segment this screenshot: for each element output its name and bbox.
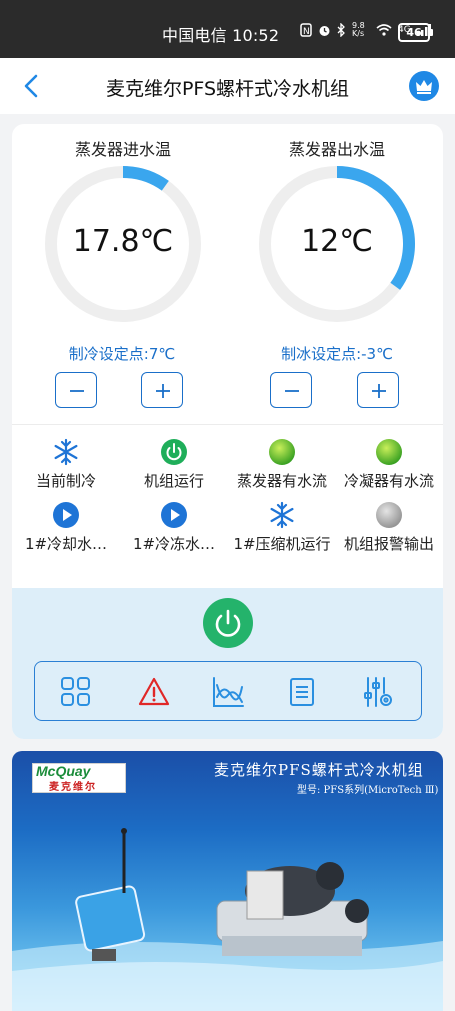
toolbar-overview-button[interactable] <box>59 675 93 709</box>
bluetooth-icon <box>337 23 345 37</box>
nfc-icon: N <box>300 23 312 37</box>
status-current-cooling: 当前制冷 <box>12 438 120 491</box>
cooling-plus-button[interactable] <box>141 372 183 408</box>
ice-setpoint: 制冰设定点:-3℃ <box>281 345 393 363</box>
green-dot-icon <box>269 439 295 465</box>
battery-icon: 46 <box>398 23 433 42</box>
toolbar-trend-button[interactable] <box>211 675 245 709</box>
list-icon <box>290 678 314 706</box>
play-icon <box>161 502 187 528</box>
toolbar-alarm-button[interactable] <box>137 675 171 709</box>
carrier-time: 中国电信 10:52 <box>162 26 280 45</box>
green-dot-icon <box>376 439 402 465</box>
status-label: 机组报警输出 <box>343 535 434 553</box>
status-label: 蒸发器有水流 <box>236 472 327 490</box>
status-label: 冷凝器有水流 <box>343 472 434 490</box>
power-icon <box>215 609 241 637</box>
gauge-inlet-arc <box>122 166 169 191</box>
gauge-outlet-value: 12℃ <box>301 224 373 259</box>
snowflake-icon <box>270 501 294 529</box>
wifi-icon <box>376 24 392 36</box>
status-unit-running: 机组运行 <box>120 438 228 491</box>
play-icon <box>53 502 79 528</box>
status-condenser-flow: 冷凝器有水流 <box>335 438 443 491</box>
product-banner[interactable]: McQuay 麦克维尔 麦克维尔PFS螺杆式冷水机组 型号: PFS系列(Mic… <box>12 751 443 1011</box>
page-title: 麦克维尔PFS螺杆式冷水机组 <box>105 78 350 100</box>
logo-word: McQuay <box>36 763 91 779</box>
status-evaporator-flow: 蒸发器有水流 <box>228 438 336 491</box>
banner-title: 麦克维尔PFS螺杆式冷水机组 <box>214 761 424 779</box>
net-speed: 9.8 K/s <box>352 21 365 38</box>
cooling-setpoint: 制冷设定点:7℃ <box>68 345 176 363</box>
gray-dot-icon <box>376 502 402 528</box>
status-compressor-running: 1#压缩机运行 <box>228 501 336 554</box>
power-on-icon <box>161 439 187 465</box>
ice-plus-button[interactable] <box>357 372 399 408</box>
settings-sliders-icon <box>364 677 392 707</box>
alarm-icon <box>138 677 170 706</box>
gauge-inlet-label: 蒸发器进水温 <box>74 140 171 159</box>
svg-text:N: N <box>303 27 310 37</box>
status-cooling-water-pump: 1#冷却水… <box>12 501 120 554</box>
banner-subtitle: 型号: PFS系列(MicroTech Ⅲ) <box>297 785 439 796</box>
status-label: 1#冷冻水… <box>132 535 216 553</box>
power-button[interactable] <box>203 598 253 648</box>
status-label: 当前制冷 <box>35 472 96 490</box>
plus-icon <box>156 384 170 398</box>
status-label: 1#冷却水… <box>24 535 108 553</box>
plus-icon <box>372 384 386 398</box>
minus-icon <box>285 390 299 392</box>
gauge-outlet-label: 蒸发器出水温 <box>288 140 385 159</box>
function-toolbar <box>34 661 422 721</box>
crown-icon <box>416 80 432 94</box>
trend-chart-icon <box>213 677 244 707</box>
app-header: 麦克维尔PFS螺杆式冷水机组 <box>0 58 455 114</box>
grid-icon <box>61 677 90 706</box>
mcquay-logo: McQuay 麦克维尔 <box>32 763 126 793</box>
alarm-clock-icon <box>319 25 330 36</box>
toolbar-list-button[interactable] <box>285 675 319 709</box>
minus-icon <box>70 390 84 392</box>
control-panel <box>12 588 443 739</box>
snowflake-icon <box>54 438 78 466</box>
toolbar-settings-button[interactable] <box>361 675 395 709</box>
status-chilled-water-pump: 1#冷冻水… <box>120 501 228 554</box>
status-alarm-output: 机组报警输出 <box>335 501 443 554</box>
cooling-minus-button[interactable] <box>55 372 97 408</box>
status-bar: 中国电信 10:52 N 9.8 K/s 4G 46 <box>0 0 455 58</box>
status-label: 机组运行 <box>143 472 204 490</box>
ice-minus-button[interactable] <box>270 372 312 408</box>
vip-button[interactable] <box>409 71 439 101</box>
gauge-inlet-value: 17.8℃ <box>72 224 174 259</box>
logo-cn: 麦克维尔 <box>49 782 97 793</box>
divider <box>12 424 443 425</box>
status-label: 1#压缩机运行 <box>233 535 331 553</box>
device-card: 蒸发器进水温 17.8℃ 制冷设定点:7℃ 蒸发器出水温 12℃ 制冰设定点:-… <box>12 124 443 739</box>
